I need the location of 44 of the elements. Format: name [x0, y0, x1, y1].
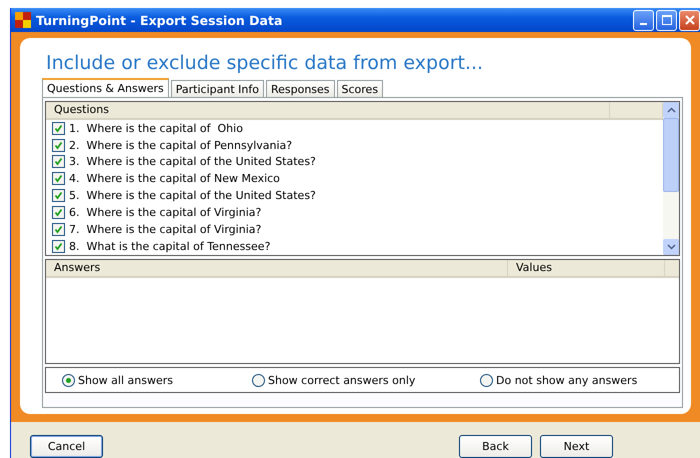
- checkbox[interactable]: [52, 138, 65, 152]
- checkbox[interactable]: [52, 223, 65, 236]
- question-text: 5. Where is the capital of the United States?: [69, 189, 316, 202]
- tab[interactable]: Scores: [336, 80, 384, 97]
- minimize-button[interactable]: [633, 10, 654, 30]
- minimize-icon: [640, 23, 647, 25]
- back-button[interactable]: Back: [459, 435, 532, 458]
- down-caret-icon: [666, 244, 676, 250]
- maximize-icon: [662, 15, 672, 25]
- radio-button[interactable]: [480, 374, 493, 386]
- question-text: 4. Where is the capital of New Mexico: [69, 172, 280, 186]
- checkbox[interactable]: [52, 122, 65, 135]
- question-text: 8. What is the capital of Tennessee?: [69, 240, 270, 254]
- close-button[interactable]: [679, 10, 700, 30]
- radio-button[interactable]: [252, 374, 265, 386]
- maximize-button[interactable]: [656, 10, 677, 30]
- scrollbar[interactable]: [663, 102, 679, 255]
- tab[interactable]: Responses: [266, 80, 335, 97]
- close-icon: [684, 15, 694, 25]
- radio-label: Show all answers: [78, 374, 173, 386]
- question-text: 1. Where is the capital of Ohio: [69, 122, 243, 135]
- window-title: TurningPoint - Export Session Data: [36, 12, 282, 28]
- page-heading: Include or exclude specific data from export...: [46, 52, 484, 74]
- radio-label: Show correct answers only: [268, 374, 416, 386]
- checkbox[interactable]: [52, 172, 65, 186]
- tab[interactable]: Questions & Answers: [42, 78, 169, 97]
- column-header: Questions: [46, 102, 610, 118]
- cancel-button[interactable]: Cancel: [30, 435, 103, 458]
- radio-label: Do not show any answers: [496, 374, 638, 386]
- checkbox[interactable]: [52, 155, 65, 168]
- checkbox[interactable]: [52, 206, 65, 220]
- next-button[interactable]: Next: [540, 435, 613, 458]
- column-header: Values: [508, 260, 665, 276]
- checkbox[interactable]: [52, 189, 65, 202]
- column-header: Answers: [46, 260, 508, 276]
- app-icon: [15, 12, 31, 28]
- checkbox[interactable]: [52, 240, 65, 254]
- up-caret-icon: [666, 107, 676, 113]
- question-text: 7. Where is the capital of Virginia?: [69, 223, 262, 236]
- question-text: 2. Where is the capital of Pennsylvania?: [69, 138, 292, 152]
- radio-button[interactable]: [62, 374, 75, 386]
- question-text: 6. Where is the capital of Virginia?: [69, 206, 262, 220]
- tab[interactable]: Participant Info: [170, 80, 264, 97]
- question-text: 3. Where is the capital of the United States?: [69, 155, 316, 168]
